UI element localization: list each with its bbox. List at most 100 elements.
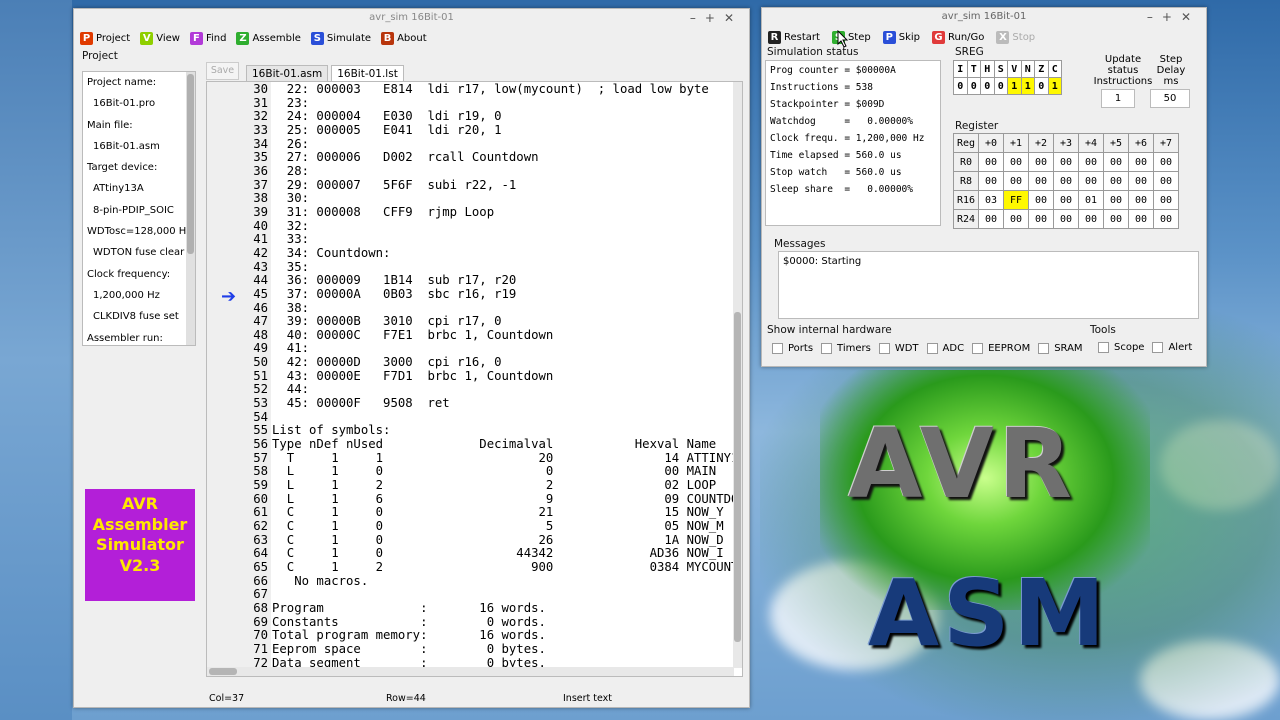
- scroll-thumb[interactable]: [209, 668, 237, 675]
- checkbox-box[interactable]: [926, 343, 938, 354]
- sreg-value: 1: [1020, 77, 1035, 95]
- listing-lines[interactable]: 30 22: 000003 E814 ldi r17, low(mycount)…: [207, 82, 742, 670]
- step-delay-input[interactable]: 50: [1150, 89, 1190, 108]
- listing-line: 46 38:: [207, 301, 742, 316]
- checkbox-box[interactable]: [821, 343, 833, 354]
- sram-checkbox[interactable]: SRAM: [1038, 343, 1083, 354]
- menu-find[interactable]: F Find: [189, 31, 226, 45]
- project-info-item: Target device:: [87, 162, 158, 174]
- menu-label: About: [397, 32, 427, 44]
- line-code: 31: 000008 CFF9 rjmp Loop: [272, 204, 495, 219]
- register-table: Reg +0 +1 +2 +3 +4 +5 +6 +7 R0 00 00 00 00 00 00 00 00 R8 0…: [953, 133, 1179, 229]
- menu-view[interactable]: V View: [140, 31, 180, 45]
- register-value: 00: [1153, 152, 1179, 172]
- line-code: 43: 00000E F7D1 brbc 1, Countdown: [272, 368, 554, 383]
- line-number: 64: [253, 546, 268, 561]
- menu-about[interactable]: B About: [381, 31, 427, 45]
- listing-line: 34 26:: [207, 136, 742, 152]
- stop-button: X Stop: [996, 30, 1036, 44]
- checkbox-box[interactable]: [772, 343, 783, 354]
- toolbar-label: Stop: [1012, 31, 1036, 43]
- checkbox-box[interactable]: [878, 343, 890, 354]
- line-number: 40: [253, 218, 268, 233]
- line-code: Program : 16 words.: [272, 600, 546, 615]
- restart-button[interactable]: R Restart: [768, 30, 820, 44]
- checkbox-label: Ports: [788, 343, 814, 354]
- menu-key-icon: V: [140, 31, 154, 45]
- listing-editor[interactable]: ➔ 30 22: 000003 E814 ldi r17, low(mycoun…: [206, 81, 743, 677]
- register-value: 00: [1103, 171, 1129, 191]
- window-controls[interactable]: –+✕: [690, 9, 743, 27]
- register-row: R24 00 00 00 00 00 00 00 00: [953, 209, 1179, 229]
- skip-button[interactable]: P Skip: [882, 30, 920, 44]
- register-header-cell: +2: [1028, 133, 1054, 153]
- line-number: 68: [253, 600, 268, 615]
- vertical-scrollbar[interactable]: [733, 82, 742, 668]
- project-info-item: Project name:: [87, 77, 157, 88]
- messages-box[interactable]: $0000: Starting: [778, 251, 1199, 319]
- register-value: 00: [1128, 209, 1154, 229]
- listing-line: 58 L 1 0 0 00 MAIN: [207, 465, 742, 479]
- register-value: 00: [1128, 152, 1154, 172]
- listing-line: 69 Constants : 0 words.: [207, 614, 742, 630]
- line-number: 55: [253, 423, 268, 438]
- line-code: C 1 0 26 1A NOW_D: [272, 532, 724, 547]
- status-line: Stackpointer = $009D: [770, 99, 885, 110]
- listing-line: 39 31: 000008 CFF9 rjmp Loop: [207, 204, 742, 220]
- register-value: 00: [1053, 209, 1079, 229]
- listing-line: 40 32:: [207, 218, 742, 234]
- alert-checkbox[interactable]: Alert: [1152, 342, 1192, 353]
- checkbox-box[interactable]: [972, 343, 984, 354]
- register-value: 00: [1153, 190, 1179, 210]
- scroll-thumb[interactable]: [734, 312, 741, 642]
- listing-line: 35 27: 000006 D002 rcall Countdown: [207, 150, 742, 165]
- project-info-item: ATtiny13A: [93, 183, 144, 195]
- eeprom-checkbox[interactable]: EEPROM: [972, 343, 1030, 354]
- scope-checkbox[interactable]: Scope: [1098, 342, 1144, 353]
- register-value: 00: [1103, 190, 1129, 210]
- checkbox-box[interactable]: [1098, 342, 1109, 353]
- listing-line: 45 37: 00000A 0B03 sbc r16, r19: [207, 287, 742, 302]
- run-go-button[interactable]: G Run/Go: [932, 30, 984, 44]
- project-scrollbar[interactable]: [186, 72, 195, 345]
- project-info-list[interactable]: Project name: 16Bit-01.pro Main file: 16Bit…: [82, 71, 196, 346]
- window-controls[interactable]: –+✕: [1147, 8, 1200, 26]
- save-button[interactable]: Save: [206, 62, 239, 80]
- sreg-value: 0: [953, 77, 968, 95]
- line-number: 62: [253, 519, 268, 533]
- line-number: 34: [253, 136, 268, 151]
- checkbox-box[interactable]: [1152, 342, 1164, 353]
- line-number: 69: [253, 614, 268, 629]
- register-value: 00: [1078, 152, 1104, 172]
- status-line: Prog counter = $00000A: [770, 65, 896, 76]
- line-number: 42: [253, 245, 268, 260]
- register-row: R16 03 FF 00 00 01 00 00 00: [953, 190, 1179, 210]
- line-code: 30:: [272, 191, 310, 206]
- line-number: 53: [253, 396, 268, 411]
- ports-checkbox[interactable]: Ports: [772, 343, 813, 354]
- simulation-status-panel: Prog counter = $00000A Instructions = 538…: [765, 60, 941, 226]
- register-header-cell: +6: [1128, 133, 1154, 153]
- menu-project[interactable]: P Project: [80, 31, 130, 45]
- line-number: 49: [253, 341, 268, 356]
- timers-checkbox[interactable]: Timers: [821, 343, 871, 354]
- sreg-value: 1: [1047, 77, 1062, 95]
- checkbox-box[interactable]: [1038, 343, 1050, 354]
- line-code: List of symbols:: [272, 423, 391, 438]
- listing-line: 54: [207, 410, 742, 425]
- horizontal-scrollbar[interactable]: [207, 667, 734, 676]
- editor-window: avr_sim 16Bit-01 –+✕ P Project V View F Find Z…: [73, 8, 750, 708]
- register-value: 00: [1053, 152, 1079, 172]
- register-header-row: Reg +0 +1 +2 +3 +4 +5 +6 +7: [953, 133, 1179, 153]
- menu-assemble[interactable]: Z Assemble: [236, 31, 301, 45]
- register-header-cell: +5: [1103, 133, 1129, 153]
- update-status-input[interactable]: 1: [1101, 89, 1135, 108]
- menu-simulate[interactable]: S Simulate: [310, 31, 371, 45]
- line-number: 52: [253, 382, 268, 397]
- badge-line: V2.3: [119, 555, 161, 575]
- adc-checkbox[interactable]: ADC: [926, 343, 964, 354]
- line-number: 41: [253, 232, 268, 247]
- scroll-thumb[interactable]: [187, 74, 194, 254]
- wdt-checkbox[interactable]: WDT: [878, 343, 919, 354]
- line-code: 27: 000006 D002 rcall Countdown: [272, 150, 539, 165]
